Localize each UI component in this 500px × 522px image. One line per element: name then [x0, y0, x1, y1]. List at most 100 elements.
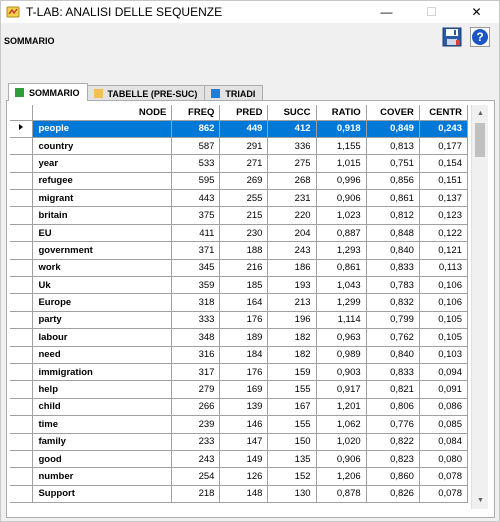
- value-cell[interactable]: 243: [171, 450, 221, 469]
- value-cell[interactable]: 243: [267, 241, 317, 260]
- table-row[interactable]: government 371 188 243 1,293 0,840 0,121: [10, 241, 469, 260]
- value-cell[interactable]: 0,860: [366, 467, 420, 486]
- row-header[interactable]: [10, 189, 34, 208]
- value-cell[interactable]: 213: [267, 293, 317, 312]
- value-cell[interactable]: 149: [219, 450, 269, 469]
- value-cell[interactable]: 1,293: [316, 241, 367, 260]
- column-header[interactable]: FREQ: [171, 105, 221, 121]
- value-cell[interactable]: 0,826: [366, 485, 420, 504]
- value-cell[interactable]: 184: [219, 346, 269, 364]
- value-cell[interactable]: 233: [171, 433, 221, 451]
- node-cell[interactable]: time: [32, 415, 173, 434]
- row-header[interactable]: [10, 433, 34, 451]
- table-row[interactable]: Europe 318 164 213 1,299 0,832 0,106: [10, 293, 469, 312]
- value-cell[interactable]: 159: [267, 363, 317, 382]
- value-cell[interactable]: 0,849: [366, 120, 420, 138]
- value-cell[interactable]: 167: [267, 398, 317, 417]
- minimize-button[interactable]: —: [364, 1, 409, 23]
- row-header[interactable]: [10, 346, 34, 364]
- table-row[interactable]: people 862 449 412 0,918 0,849 0,243: [10, 120, 469, 138]
- value-cell[interactable]: 0,813: [366, 137, 420, 156]
- value-cell[interactable]: 135: [267, 450, 317, 469]
- node-cell[interactable]: Uk: [32, 276, 173, 295]
- node-cell[interactable]: good: [32, 450, 173, 469]
- value-cell[interactable]: 0,776: [366, 415, 420, 434]
- node-cell[interactable]: party: [32, 311, 173, 330]
- node-cell[interactable]: family: [32, 433, 173, 451]
- vertical-scrollbar[interactable]: ▲ ▼: [471, 105, 488, 509]
- value-cell[interactable]: 150: [267, 433, 317, 451]
- help-icon[interactable]: ?: [470, 27, 490, 47]
- value-cell[interactable]: 155: [267, 380, 317, 399]
- floppy-disk-icon[interactable]: [442, 27, 462, 47]
- table-row[interactable]: britain 375 215 220 1,023 0,812 0,123: [10, 206, 469, 225]
- value-cell[interactable]: 359: [171, 276, 221, 295]
- value-cell[interactable]: 0,177: [419, 137, 469, 156]
- value-cell[interactable]: 0,084: [419, 433, 469, 451]
- value-cell[interactable]: 152: [267, 467, 317, 486]
- table-row[interactable]: labour 348 189 182 0,963 0,762 0,105: [10, 328, 469, 347]
- value-cell[interactable]: 130: [267, 485, 317, 504]
- node-cell[interactable]: refugee: [32, 172, 173, 191]
- value-cell[interactable]: 317: [171, 363, 221, 382]
- node-cell[interactable]: people: [32, 120, 173, 138]
- value-cell[interactable]: 0,106: [419, 276, 469, 295]
- table-row[interactable]: immigration 317 176 159 0,903 0,833 0,094: [10, 363, 469, 382]
- value-cell[interactable]: 182: [267, 346, 317, 364]
- value-cell[interactable]: 0,103: [419, 346, 469, 364]
- value-cell[interactable]: 169: [219, 380, 269, 399]
- current-row-arrow-icon[interactable]: [10, 120, 34, 138]
- value-cell[interactable]: 533: [171, 154, 221, 173]
- value-cell[interactable]: 0,878: [316, 485, 367, 504]
- row-header[interactable]: [10, 206, 34, 225]
- value-cell[interactable]: 587: [171, 137, 221, 156]
- table-row[interactable]: time 239 146 155 1,062 0,776 0,085: [10, 415, 469, 434]
- node-cell[interactable]: number: [32, 467, 173, 486]
- value-cell[interactable]: 291: [219, 137, 269, 156]
- table-row[interactable]: Support 218 148 130 0,878 0,826 0,078: [10, 485, 469, 504]
- value-cell[interactable]: 0,989: [316, 346, 367, 364]
- table-row[interactable]: migrant 443 255 231 0,906 0,861 0,137: [10, 189, 469, 208]
- tab-sommario[interactable]: SOMMARIO: [8, 83, 88, 101]
- value-cell[interactable]: 188: [219, 241, 269, 260]
- node-cell[interactable]: EU: [32, 224, 173, 243]
- value-cell[interactable]: 186: [267, 259, 317, 278]
- table-row[interactable]: child 266 139 167 1,201 0,806 0,086: [10, 398, 469, 417]
- value-cell[interactable]: 0,906: [316, 189, 367, 208]
- value-cell[interactable]: 0,762: [366, 328, 420, 347]
- value-cell[interactable]: 176: [219, 311, 269, 330]
- value-cell[interactable]: 196: [267, 311, 317, 330]
- row-header[interactable]: [10, 328, 34, 347]
- value-cell[interactable]: 204: [267, 224, 317, 243]
- table-row[interactable]: refugee 595 269 268 0,996 0,856 0,151: [10, 172, 469, 191]
- value-cell[interactable]: 0,840: [366, 346, 420, 364]
- value-cell[interactable]: 275: [267, 154, 317, 173]
- scroll-thumb[interactable]: [475, 123, 485, 157]
- row-header[interactable]: [10, 450, 34, 469]
- value-cell[interactable]: 345: [171, 259, 221, 278]
- value-cell[interactable]: 449: [219, 120, 269, 138]
- value-cell[interactable]: 0,861: [366, 189, 420, 208]
- value-cell[interactable]: 0,078: [419, 485, 469, 504]
- node-cell[interactable]: country: [32, 137, 173, 156]
- value-cell[interactable]: 1,015: [316, 154, 367, 173]
- value-cell[interactable]: 268: [267, 172, 317, 191]
- row-header[interactable]: [10, 172, 34, 191]
- value-cell[interactable]: 0,832: [366, 293, 420, 312]
- table-row[interactable]: EU 411 230 204 0,887 0,848 0,122: [10, 224, 469, 243]
- value-cell[interactable]: 0,861: [316, 259, 367, 278]
- value-cell[interactable]: 348: [171, 328, 221, 347]
- tab-tabelle-pre-suc[interactable]: TABELLE (PRE-SUC): [86, 85, 206, 101]
- row-header[interactable]: [10, 485, 34, 504]
- value-cell[interactable]: 0,091: [419, 380, 469, 399]
- value-cell[interactable]: 0,243: [419, 120, 469, 138]
- value-cell[interactable]: 146: [219, 415, 269, 434]
- row-header[interactable]: [10, 311, 34, 330]
- value-cell[interactable]: 0,123: [419, 206, 469, 225]
- row-header[interactable]: [10, 224, 34, 243]
- value-cell[interactable]: 0,823: [366, 450, 420, 469]
- column-header[interactable]: CENTR: [419, 105, 469, 121]
- value-cell[interactable]: 1,023: [316, 206, 367, 225]
- table-row[interactable]: help 279 169 155 0,917 0,821 0,091: [10, 380, 469, 399]
- value-cell[interactable]: 0,105: [419, 328, 469, 347]
